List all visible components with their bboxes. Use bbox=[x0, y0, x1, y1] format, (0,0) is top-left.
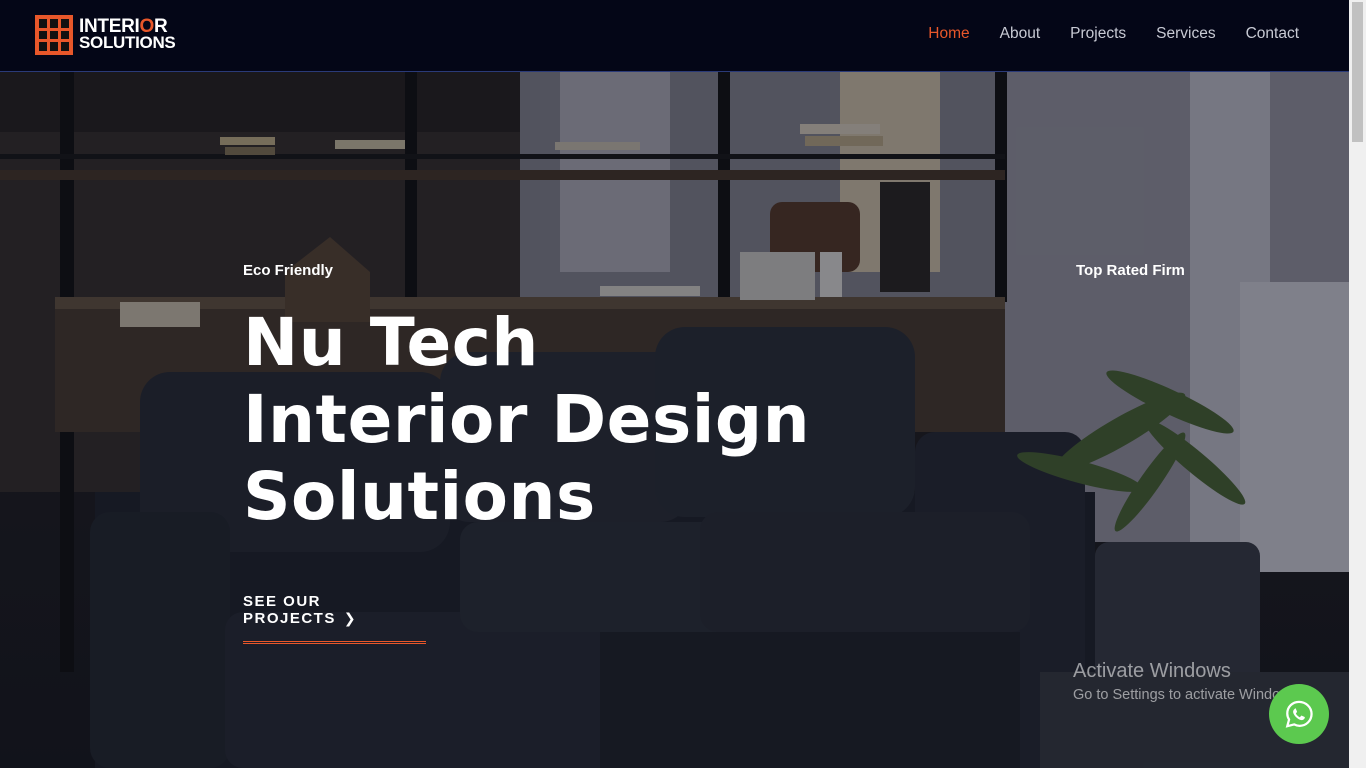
nav-services[interactable]: Services bbox=[1156, 25, 1215, 43]
cta-label: SEE OUR PROJECTS bbox=[243, 593, 336, 627]
see-projects-button[interactable]: SEE OUR PROJECTS ❯ bbox=[243, 593, 426, 644]
brand-logo[interactable]: INTERIOR SOLUTIONS bbox=[35, 15, 176, 55]
top-rated-tag: Top Rated Firm bbox=[1076, 262, 1185, 279]
nav-about[interactable]: About bbox=[1000, 25, 1041, 43]
logo-wordmark: INTERIOR SOLUTIONS bbox=[79, 17, 176, 52]
main-nav: Home About Projects Services Contact bbox=[928, 25, 1299, 43]
whatsapp-button[interactable] bbox=[1269, 684, 1329, 744]
chevron-right-icon: ❯ bbox=[343, 610, 358, 626]
nav-home[interactable]: Home bbox=[928, 25, 969, 43]
hero-section: Eco Friendly Top Rated Firm Nu Tech Inte… bbox=[0, 72, 1349, 768]
logo-grid-icon bbox=[35, 15, 73, 55]
eco-friendly-tag: Eco Friendly bbox=[243, 262, 334, 279]
headline-line-3: Solutions bbox=[243, 458, 596, 535]
watermark-subtitle: Go to Settings to activate Windows. bbox=[1073, 687, 1302, 703]
watermark-title: Activate Windows bbox=[1073, 660, 1231, 682]
site-header: INTERIOR SOLUTIONS Home About Projects S… bbox=[0, 0, 1349, 72]
page-scrollbar[interactable] bbox=[1349, 0, 1366, 768]
nav-contact[interactable]: Contact bbox=[1246, 25, 1299, 43]
nav-projects[interactable]: Projects bbox=[1070, 25, 1126, 43]
windows-activation-watermark: Activate Windows Go to Settings to activ… bbox=[1073, 660, 1302, 703]
hero-headline: Nu Tech Interior Design Solutions bbox=[243, 304, 810, 535]
logo-text-line2: SOLUTIONS bbox=[79, 33, 176, 52]
headline-line-1: Nu Tech bbox=[243, 304, 539, 381]
headline-line-2: Interior Design bbox=[243, 381, 811, 458]
scrollbar-thumb[interactable] bbox=[1352, 2, 1363, 142]
whatsapp-icon bbox=[1285, 700, 1313, 728]
